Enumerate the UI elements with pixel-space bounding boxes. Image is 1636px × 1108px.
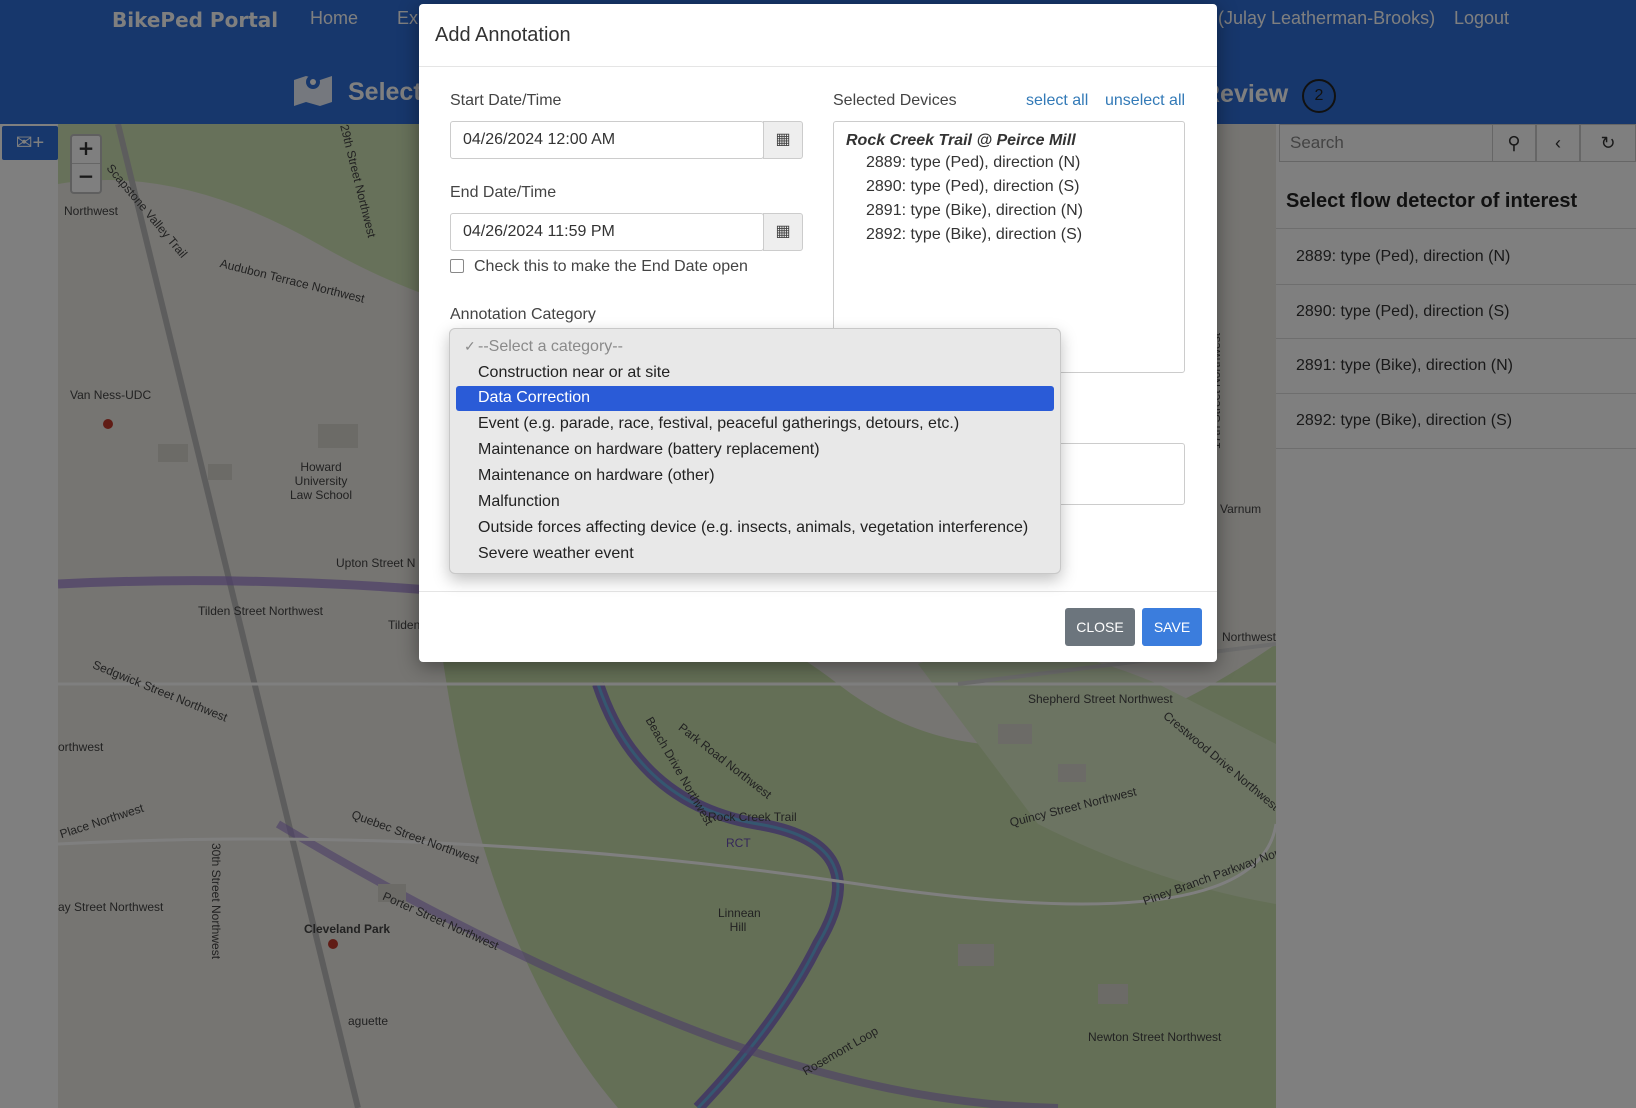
category-option[interactable]: Maintenance on hardware (battery replace… <box>456 438 1054 463</box>
open-end-label: Check this to make the End Date open <box>474 258 748 275</box>
device-option[interactable]: 2892: type (Bike), direction (S) <box>866 226 1082 244</box>
calendar-icon: ▦ <box>775 131 791 148</box>
modal-title: Add Annotation <box>435 24 571 46</box>
category-option[interactable]: Maintenance on hardware (other) <box>456 464 1054 489</box>
divider <box>419 66 1217 67</box>
device-option[interactable]: 2890: type (Ped), direction (S) <box>866 178 1079 196</box>
end-datetime-input[interactable]: 04/26/2024 11:59 PM <box>450 213 764 251</box>
start-calendar-button[interactable]: ▦ <box>763 121 803 159</box>
category-option[interactable]: Severe weather event <box>456 542 1054 567</box>
category-option[interactable]: Outside forces affecting device (e.g. in… <box>456 516 1054 541</box>
unselect-all-link[interactable]: unselect all <box>1105 92 1185 110</box>
close-button[interactable]: CLOSE <box>1065 608 1135 646</box>
device-option[interactable]: 2891: type (Bike), direction (N) <box>866 202 1083 220</box>
annotation-category-label: Annotation Category <box>450 306 596 323</box>
selected-devices-label: Selected Devices <box>833 92 957 109</box>
device-option[interactable]: 2889: type (Ped), direction (N) <box>866 154 1080 172</box>
category-option[interactable]: Event (e.g. parade, race, festival, peac… <box>456 412 1054 437</box>
start-datetime-input[interactable]: 04/26/2024 12:00 AM <box>450 121 764 159</box>
start-datetime-label: Start Date/Time <box>450 92 562 109</box>
end-calendar-button[interactable]: ▦ <box>763 213 803 251</box>
category-option-placeholder[interactable]: ✓ --Select a category-- <box>456 335 1054 360</box>
checkmark-icon: ✓ <box>464 338 476 354</box>
save-button[interactable]: SAVE <box>1142 608 1202 646</box>
select-all-link[interactable]: select all <box>1026 92 1088 110</box>
category-option[interactable]: Malfunction <box>456 490 1054 515</box>
end-datetime-label: End Date/Time <box>450 184 557 201</box>
option-label: --Select a category-- <box>478 338 623 355</box>
category-option-highlighted[interactable]: Data Correction <box>456 386 1054 411</box>
device-group-label: Rock Creek Trail @ Peirce Mill <box>846 132 1076 149</box>
category-dropdown-list[interactable]: ✓ --Select a category-- Construction nea… <box>449 328 1061 574</box>
divider <box>419 591 1217 592</box>
calendar-icon: ▦ <box>775 223 791 240</box>
open-end-checkbox[interactable] <box>450 259 464 273</box>
category-option[interactable]: Construction near or at site <box>456 361 1054 386</box>
